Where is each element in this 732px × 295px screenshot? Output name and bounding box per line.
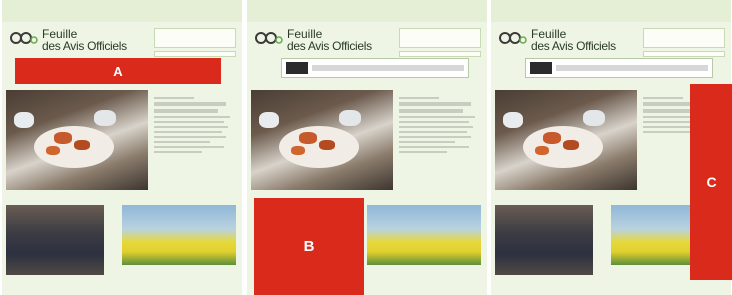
glove-icon [259,112,279,128]
issue-box [399,28,481,48]
page-layout-variant-a: Feuille des Avis Officiels [2,0,242,295]
banner-image [530,62,552,74]
banner-image [286,62,308,74]
news-card-image[interactable] [122,205,236,265]
site-title-line2: des Avis Officiels [287,39,372,53]
callout-label-a: A [15,58,221,84]
news-card-image[interactable] [367,205,481,265]
hero-image[interactable] [495,90,637,190]
site-title[interactable]: Feuille des Avis Officiels [287,28,387,58]
fao-logo-icon [255,32,283,44]
glove-icon [339,110,361,126]
issue-box [154,28,236,48]
site-title-line2: des Avis Officiels [42,39,127,53]
glove-icon [94,110,116,126]
search-input[interactable] [399,51,481,57]
glove-icon [583,110,605,126]
fao-logo-icon [499,32,527,44]
search-input[interactable] [643,51,725,57]
top-navigation [491,0,731,22]
site-title[interactable]: Feuille des Avis Officiels [531,28,631,58]
callout-label-c: C [690,84,732,280]
lead-article[interactable] [397,92,481,192]
ad-banner[interactable] [525,58,713,78]
search-input[interactable] [154,51,236,57]
issue-box [643,28,725,48]
callout-label-b: B [254,198,364,295]
top-navigation [247,0,487,22]
glove-icon [503,112,523,128]
lead-article[interactable] [152,92,236,192]
site-title-line2: des Avis Officiels [531,39,616,53]
hero-image[interactable] [251,90,393,190]
news-card-image[interactable] [495,205,593,275]
glove-icon [14,112,34,128]
top-navigation [2,0,242,22]
fao-logo-icon [10,32,38,44]
site-title[interactable]: Feuille des Avis Officiels [42,28,142,58]
ad-banner[interactable] [281,58,469,78]
hero-image[interactable] [6,90,148,190]
news-card-image[interactable] [6,205,104,275]
